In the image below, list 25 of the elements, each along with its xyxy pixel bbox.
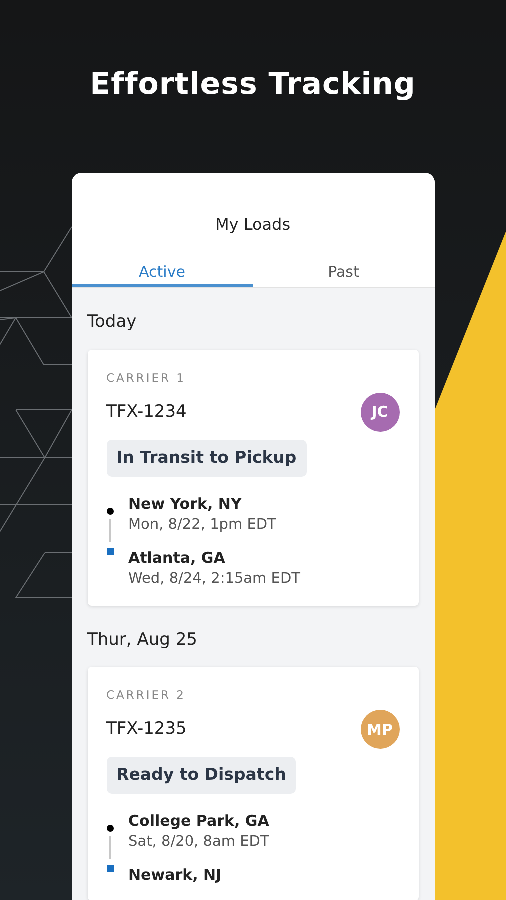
stop-time: Mon, 8/22, 1pm EDT (128, 516, 276, 534)
tab[interactable]: Past (253, 261, 434, 287)
stop-time: Sat, 8/20, 8am EDT (128, 833, 270, 852)
carrier-label: CARRIER 1 (106, 370, 187, 386)
stop-time: Wed, 8/24, 2:15am EDT (128, 570, 300, 588)
avatar: JC (360, 392, 400, 432)
headline: Effortless Tracking (90, 66, 416, 104)
load-id: TFX-1234 (106, 400, 187, 424)
status-badge: Ready to Dispatch (106, 757, 296, 794)
load-id: TFX-1235 (106, 718, 187, 741)
stop-place: College Park, GA (128, 811, 270, 831)
carrier-label: CARRIER 2 (106, 687, 187, 704)
screen-title: My Loads (214, 214, 292, 236)
stop-place: New York, NY (128, 494, 243, 514)
section-heading: Thur, Aug 25 (88, 628, 198, 652)
destination-square-icon (106, 865, 114, 872)
destination-square-icon (106, 548, 114, 554)
load-card[interactable]: CARRIER 1 TFX-1234 JC In Transit to Pickup New York, NY Mon, 8/22, 1pm EDT Atlanta, GA Wed, 8/24, 2:15am EDT (88, 350, 418, 606)
stop-place: Atlanta, GA (128, 548, 226, 568)
load-card[interactable]: CARRIER 2 TFX-1235 MP Ready to Dispatch College Park, GA Sat, 8/20, 8am EDT Newark, NJ (88, 667, 418, 900)
tab[interactable]: Active (72, 261, 253, 287)
section-heading: Today (88, 311, 138, 334)
avatar: MP (360, 710, 400, 750)
stop-place: Newark, NJ (128, 865, 222, 885)
status-badge: In Transit to Pickup (106, 440, 307, 476)
